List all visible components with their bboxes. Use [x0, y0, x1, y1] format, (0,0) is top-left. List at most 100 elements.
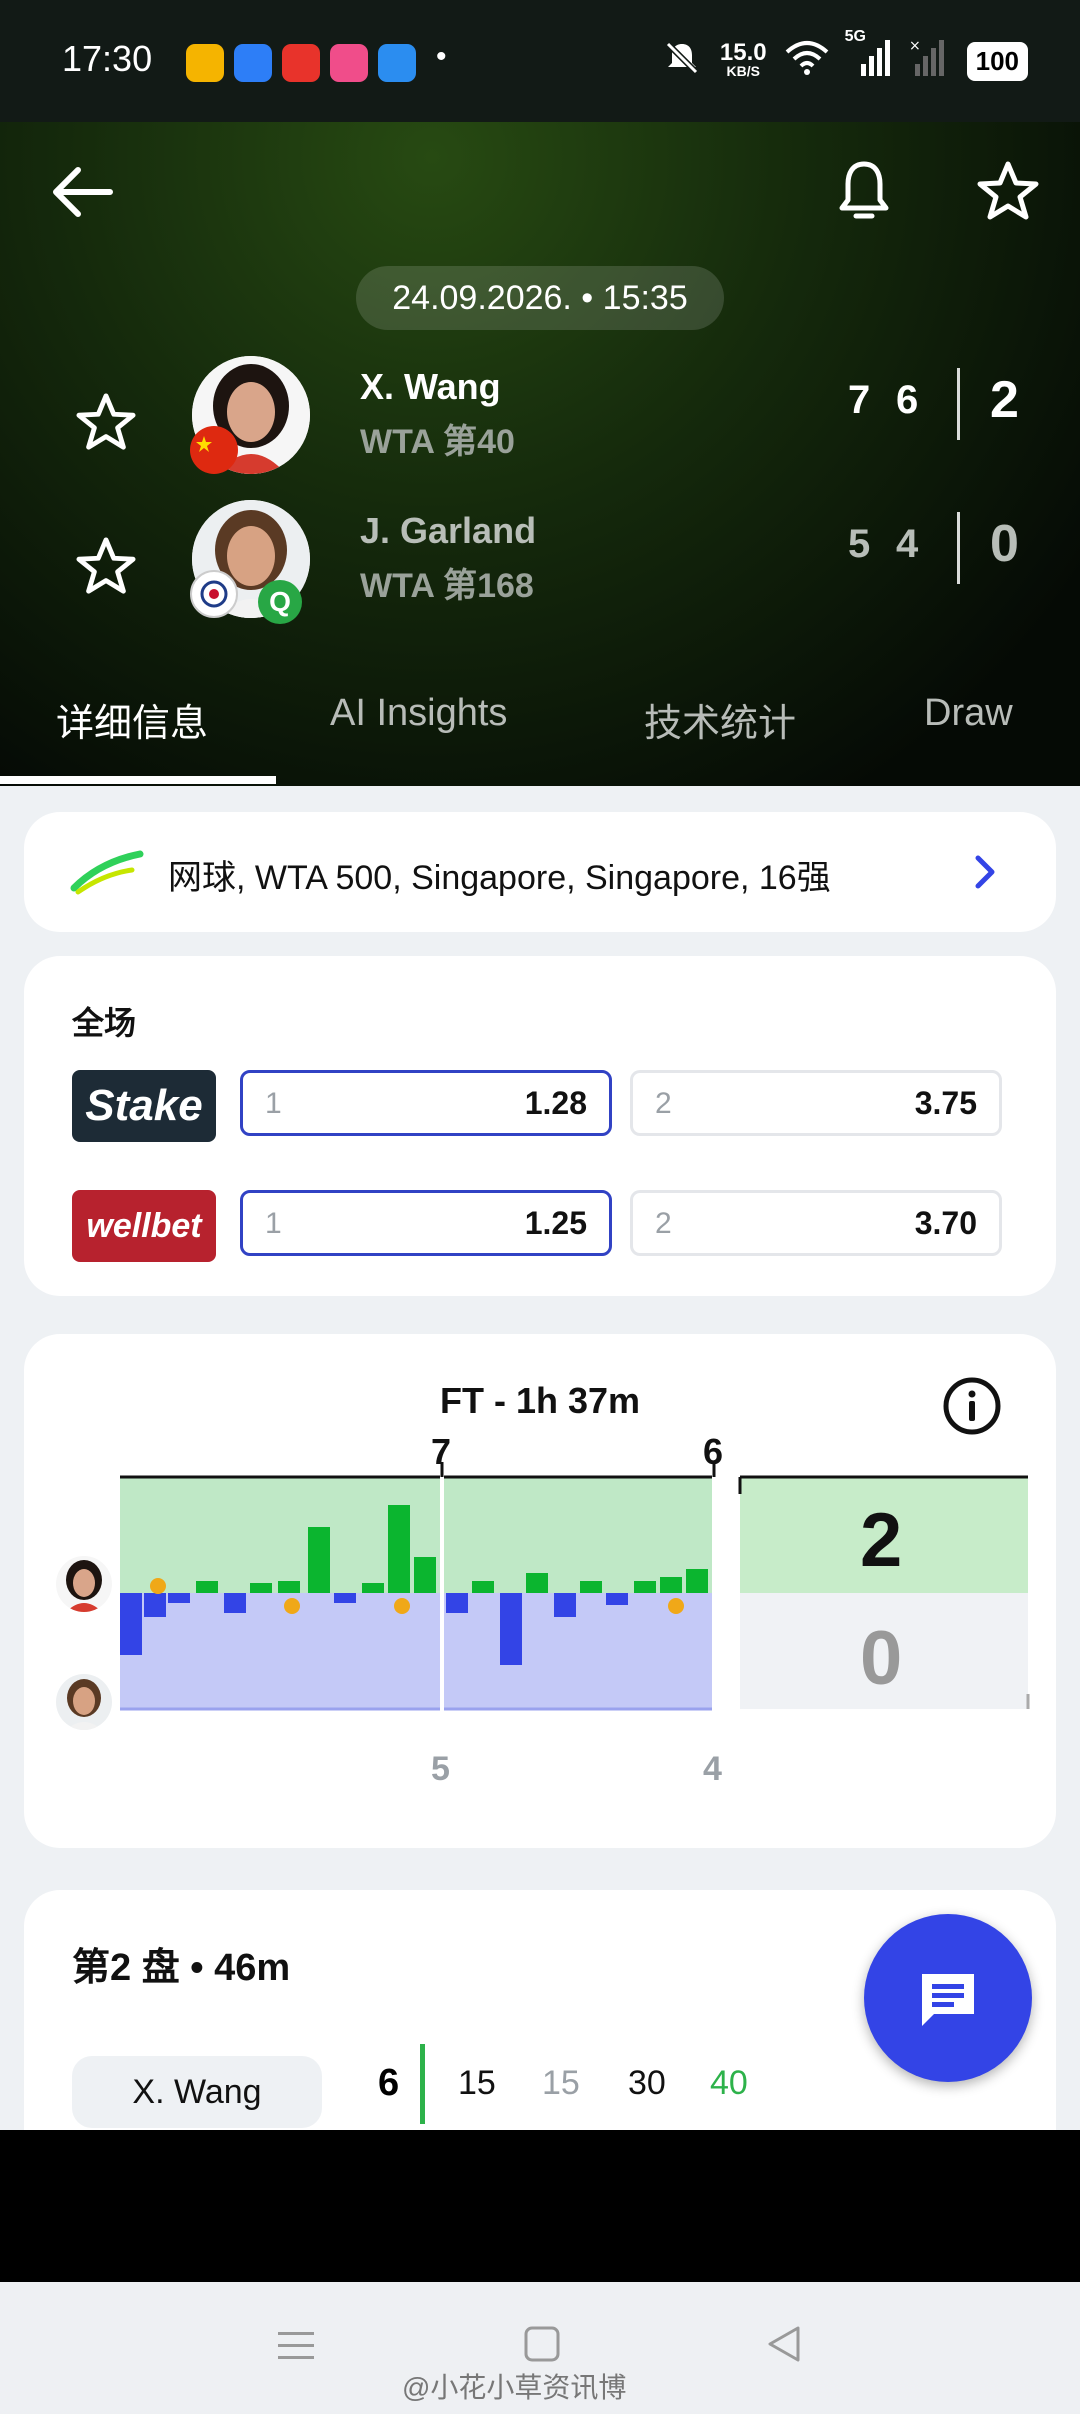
match-date: 24.09.2026. • 15:35	[356, 266, 724, 330]
final-bottom-score: 0	[860, 1616, 902, 1701]
status-time: 17:30	[62, 38, 153, 79]
app-icon	[330, 44, 368, 82]
momentum-bar	[500, 1593, 522, 1665]
momentum-bar	[634, 1581, 656, 1593]
sets-won: 2	[990, 371, 1019, 429]
qualifier-badge: Q	[258, 580, 302, 624]
set-game-score: 6	[378, 2062, 400, 2104]
odds-label: 1	[265, 1087, 282, 1120]
momentum-card: FT - 1h 37m 7 6 5 4 2 0	[24, 1334, 1056, 1848]
bell-icon[interactable]	[838, 158, 890, 231]
battery-indicator: 100	[966, 42, 1028, 81]
olympic-flag-icon	[190, 570, 238, 618]
set-score: 7	[848, 378, 871, 422]
follow-star-icon[interactable]	[74, 392, 138, 457]
china-flag-icon	[190, 426, 238, 474]
set-scores: 76	[848, 378, 944, 423]
point-score: 15	[458, 2064, 496, 2102]
odds-card: 全场 Stake 1 1.28 2 3.75 wellbet 1 1.25 2 …	[24, 956, 1056, 1296]
set1-bottom-score: 5	[431, 1750, 450, 1788]
favorite-star-icon[interactable]	[976, 160, 1040, 227]
set1-top-score: 7	[431, 1431, 451, 1472]
final-top-score: 2	[860, 1498, 902, 1583]
cell-signal-icon: 5G	[845, 28, 891, 83]
wellbet-logo[interactable]: wellbet	[72, 1190, 216, 1262]
odds-option-2[interactable]: 2 3.75	[630, 1070, 1002, 1136]
point-score: 40	[710, 2064, 748, 2102]
odds-option-1[interactable]: 1 1.28	[240, 1070, 612, 1136]
tab-draw[interactable]: Draw	[924, 692, 1013, 735]
momentum-bar	[144, 1593, 166, 1617]
break-point-marker	[284, 1598, 300, 1614]
odds-label: 1	[265, 1207, 282, 1240]
tab-ai-insights[interactable]: AI Insights	[330, 692, 507, 735]
odds-value: 1.28	[524, 1085, 587, 1121]
player2-zone	[120, 1593, 712, 1709]
odds-value: 1.25	[524, 1205, 587, 1241]
back-nav-icon[interactable]	[764, 2324, 804, 2369]
tab-bar: 详细信息 AI Insights 技术统计 Draw	[0, 682, 1080, 782]
weibo-app-icon	[186, 44, 224, 82]
mute-icon	[662, 38, 702, 85]
menu-nav-icon[interactable]	[276, 2326, 316, 2371]
momentum-bar	[580, 1581, 602, 1593]
tab-stats[interactable]: 技术统计	[644, 692, 796, 747]
momentum-bar	[224, 1593, 246, 1613]
odds-label: 2	[655, 1087, 672, 1120]
odds-value: 3.75	[914, 1085, 977, 1121]
serve-indicator	[420, 2044, 425, 2124]
cell-signal-2-icon: ×	[909, 38, 949, 83]
set-score: 5	[848, 522, 871, 566]
toutiao-app-icon	[282, 44, 320, 82]
tab-details[interactable]: 详细信息	[56, 692, 208, 747]
player-row-1: X. Wang WTA 第40 76 2	[0, 356, 1080, 486]
cloud-app-icon	[378, 44, 416, 82]
set-score: 4	[896, 522, 919, 566]
momentum-bar	[388, 1505, 410, 1593]
momentum-bar	[472, 1581, 494, 1593]
svg-text:×: ×	[909, 40, 921, 54]
momentum-bar	[250, 1583, 272, 1593]
momentum-bar	[278, 1581, 300, 1593]
odds-option-1[interactable]: 1 1.25	[240, 1190, 612, 1256]
point-score: 15	[542, 2064, 580, 2102]
sets-won: 0	[990, 515, 1019, 573]
browser-app-icon	[234, 44, 272, 82]
more-dot-icon: •	[436, 40, 447, 73]
chevron-right-icon	[970, 852, 1000, 897]
odds-label: 2	[655, 1207, 672, 1240]
player-name[interactable]: J. Garland	[360, 510, 536, 552]
watermark: @小花小草资讯博	[402, 2372, 627, 2403]
player-name[interactable]: X. Wang	[360, 366, 501, 408]
set-score: 6	[896, 378, 919, 422]
momentum-bar	[362, 1583, 384, 1593]
momentum-bar	[606, 1593, 628, 1605]
tournament-card[interactable]: 网球, WTA 500, Singapore, Singapore, 16强	[24, 812, 1056, 932]
momentum-bar	[334, 1593, 356, 1603]
momentum-bar	[660, 1577, 682, 1593]
chat-icon	[916, 1968, 980, 2037]
odds-title: 全场	[72, 1005, 137, 1041]
momentum-bar	[554, 1593, 576, 1617]
wifi-icon	[785, 40, 829, 83]
home-nav-icon[interactable]	[522, 2324, 562, 2369]
momentum-bar	[308, 1527, 330, 1593]
break-point-marker	[668, 1598, 684, 1614]
stake-logo[interactable]: Stake	[72, 1070, 216, 1142]
player-name-pill: X. Wang	[72, 2056, 322, 2128]
follow-star-icon[interactable]	[74, 536, 138, 601]
active-tab-indicator	[0, 776, 276, 784]
tennis-logo-icon	[70, 848, 144, 901]
set-scores: 54	[848, 522, 944, 567]
momentum-bar	[196, 1581, 218, 1593]
chat-fab-button[interactable]	[864, 1914, 1032, 2082]
odds-option-2[interactable]: 2 3.70	[630, 1190, 1002, 1256]
player-rank: WTA 第40	[360, 423, 515, 461]
momentum-chart: 7 6 5 4 2 0	[120, 1431, 1030, 1788]
momentum-bar	[168, 1593, 190, 1603]
tournament-info: 网球, WTA 500, Singapore, Singapore, 16强	[168, 859, 831, 897]
point-score: 30	[628, 2064, 666, 2102]
momentum-bar	[414, 1557, 436, 1593]
back-arrow-icon[interactable]	[50, 164, 116, 225]
momentum-bar	[120, 1593, 142, 1655]
